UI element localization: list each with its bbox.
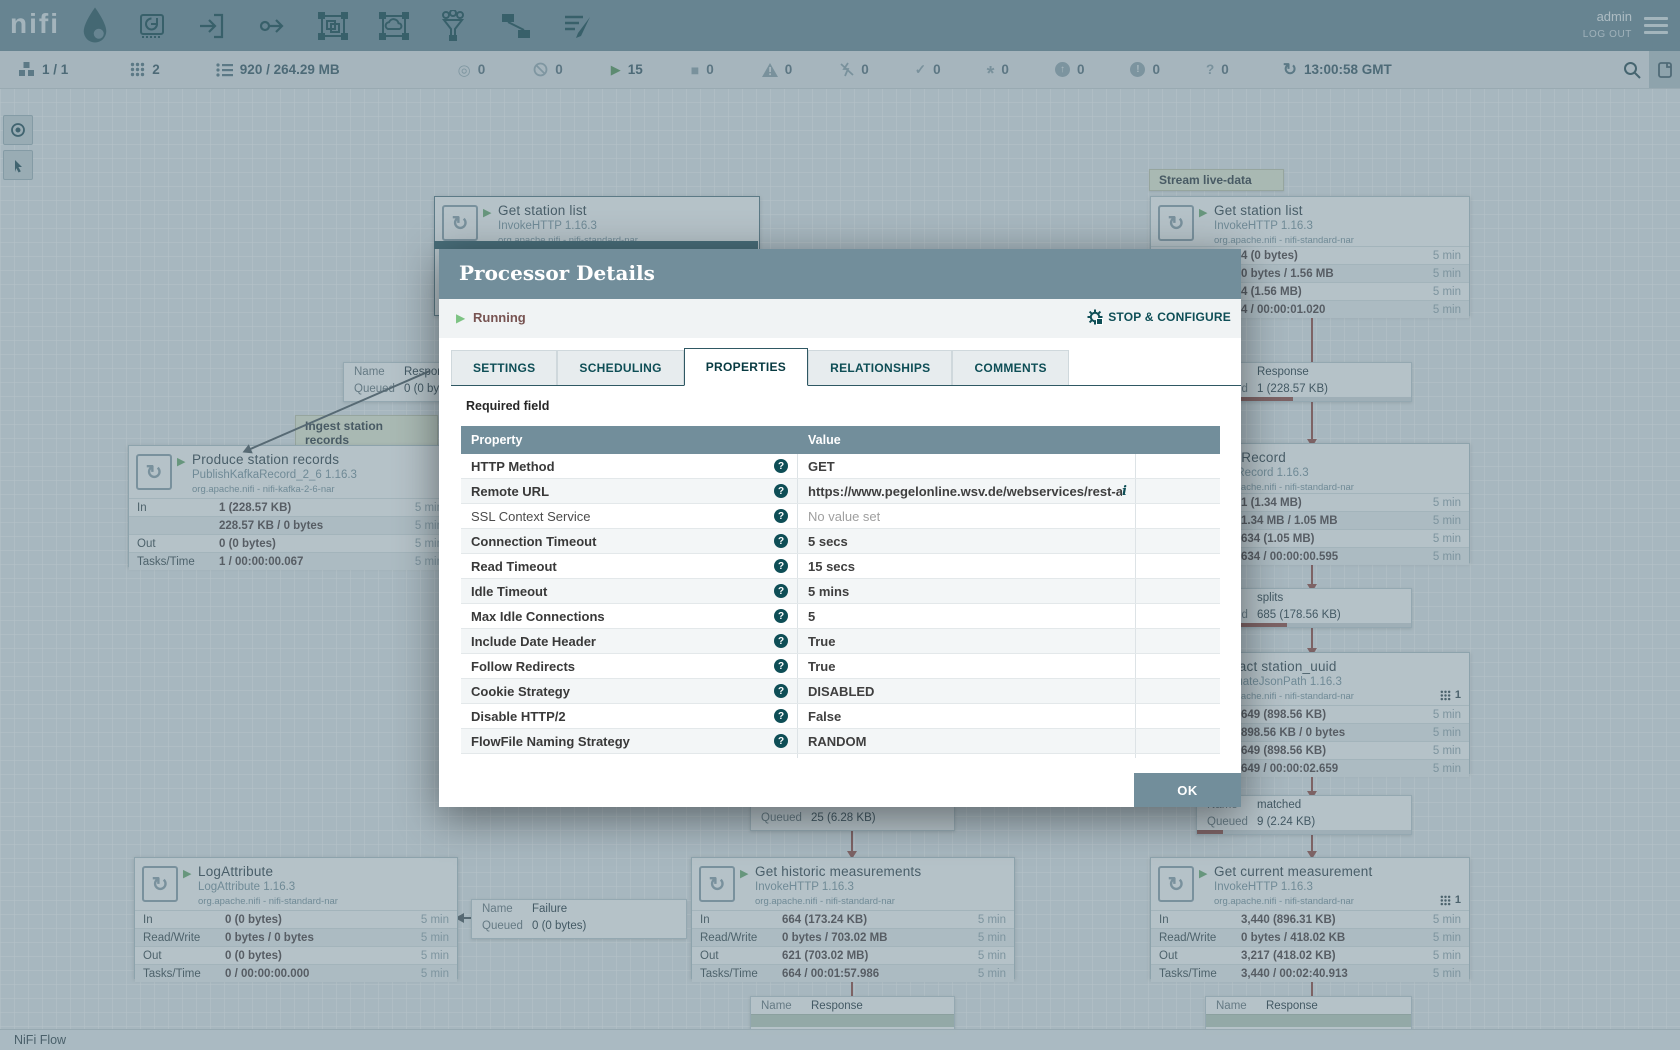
property-row: FlowFile Naming Strategy? RANDOM	[461, 729, 1220, 754]
property-value[interactable]: True	[808, 634, 835, 649]
property-row: Attributes to Send? No value set	[461, 754, 1220, 758]
tab-settings[interactable]: SETTINGS	[451, 350, 557, 385]
property-name: Read Timeout	[471, 559, 557, 574]
property-value[interactable]: False	[808, 709, 841, 724]
property-value[interactable]: 5	[808, 609, 815, 624]
property-name: Remote URL	[471, 484, 549, 499]
tab-properties[interactable]: PROPERTIES	[684, 348, 808, 386]
dialog-tabs: SETTINGS SCHEDULING PROPERTIES RELATIONS…	[451, 349, 1241, 386]
property-value[interactable]: No value set	[808, 509, 880, 524]
tab-scheduling[interactable]: SCHEDULING	[557, 350, 683, 385]
tab-relationships[interactable]: RELATIONSHIPS	[808, 350, 952, 385]
property-value[interactable]: RANDOM	[808, 734, 867, 749]
help-icon[interactable]: ?	[774, 709, 788, 723]
dialog-header: Processor Details	[439, 249, 1241, 299]
help-icon[interactable]: ?	[774, 484, 788, 498]
property-row: Read Timeout? 15 secs	[461, 554, 1220, 579]
required-field-legend: Required field	[466, 399, 549, 413]
ok-button[interactable]: OK	[1134, 773, 1241, 807]
help-icon[interactable]: ?	[774, 734, 788, 748]
property-row: Remote URL? https://www.pegelonline.wsv.…	[461, 479, 1220, 504]
property-name: Idle Timeout	[471, 584, 547, 599]
help-icon[interactable]: ?	[774, 584, 788, 598]
property-name: Disable HTTP/2	[471, 709, 566, 724]
property-name: FlowFile Naming Strategy	[471, 734, 630, 749]
property-name: Follow Redirects	[471, 659, 575, 674]
property-value[interactable]: GET	[808, 459, 835, 474]
help-icon[interactable]: ?	[774, 559, 788, 573]
property-column-header: Property	[461, 433, 798, 447]
property-name: Cookie Strategy	[471, 684, 570, 699]
gear-icon	[1087, 309, 1103, 325]
help-icon[interactable]: ?	[774, 459, 788, 473]
property-row: Cookie Strategy? DISABLED	[461, 679, 1220, 704]
properties-table-body: HTTP Method? GET Remote URL? https://www…	[461, 454, 1220, 758]
property-row: HTTP Method? GET	[461, 454, 1220, 479]
property-row: Follow Redirects? True	[461, 654, 1220, 679]
processor-run-status: Running	[473, 310, 526, 325]
help-icon[interactable]: ?	[774, 684, 788, 698]
property-value[interactable]: DISABLED	[808, 684, 874, 699]
stop-and-configure-button[interactable]: STOP & CONFIGURE	[1087, 309, 1231, 325]
property-name: SSL Context Service	[471, 509, 590, 524]
dialog-title: Processor Details	[459, 261, 655, 285]
property-value[interactable]: 5 mins	[808, 584, 849, 599]
info-icon[interactable]: i	[1122, 484, 1127, 499]
properties-table: Property Value HTTP Method? GET Remote U…	[461, 426, 1220, 758]
help-icon[interactable]: ?	[774, 609, 788, 623]
dialog-status-row: ▶ Running STOP & CONFIGURE	[439, 299, 1241, 338]
value-column-header: Value	[798, 433, 1136, 447]
help-icon[interactable]: ?	[774, 659, 788, 673]
property-value[interactable]: 5 secs	[808, 534, 848, 549]
property-row: Connection Timeout? 5 secs	[461, 529, 1220, 554]
property-value[interactable]: True	[808, 659, 835, 674]
property-name: HTTP Method	[471, 459, 555, 474]
help-icon[interactable]: ?	[774, 634, 788, 648]
property-row: Include Date Header? True	[461, 629, 1220, 654]
help-icon[interactable]: ?	[774, 534, 788, 548]
help-icon[interactable]: ?	[774, 509, 788, 523]
nifi-app: nifi admin LOG OUT	[0, 0, 1680, 1050]
processor-details-dialog: Processor Details ▶ Running STOP & CONFI…	[439, 249, 1241, 807]
property-value[interactable]: https://www.pegelonline.wsv.de/webservic…	[808, 484, 1122, 499]
property-value[interactable]: 15 secs	[808, 559, 855, 574]
property-name: Connection Timeout	[471, 534, 596, 549]
tab-comments[interactable]: COMMENTS	[952, 350, 1068, 385]
property-row: Idle Timeout? 5 mins	[461, 579, 1220, 604]
properties-table-header: Property Value	[461, 426, 1220, 454]
running-status-icon: ▶	[456, 311, 465, 325]
property-name: Max Idle Connections	[471, 609, 605, 624]
property-row: SSL Context Service? No value set	[461, 504, 1220, 529]
property-row: Max Idle Connections? 5	[461, 604, 1220, 629]
property-row: Disable HTTP/2? False	[461, 704, 1220, 729]
property-name: Include Date Header	[471, 634, 596, 649]
